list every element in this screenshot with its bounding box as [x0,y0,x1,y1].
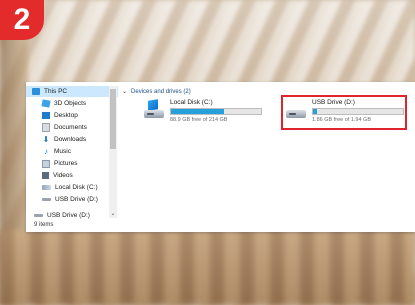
background-floor [0,230,415,305]
sidebar-item-label: Documents [54,124,87,131]
drive-free-space: 88.9 GB free of 214 GB [170,117,228,123]
sidebar-item-documents[interactable]: Documents [42,122,87,133]
windows-drive-icon [144,99,164,119]
highlight-box [281,95,407,130]
local-disk-icon [42,185,51,190]
sidebar-item-label: Local Disk (C:) [55,184,98,191]
sidebar-item-label: 3D Objects [54,100,87,107]
sidebar-item-downloads[interactable]: ⬇ Downloads [42,134,87,145]
usb-drive-icon [42,198,51,201]
file-explorer-window: This PC 3D Objects Desktop Documents ⬇ D… [26,82,415,232]
sidebar-item-local-disk-c[interactable]: Local Disk (C:) [42,182,98,193]
drive-name: Local Disk (C:) [170,99,213,106]
music-icon: ♪ [44,147,48,156]
chevron-down-icon[interactable]: ⌄ [109,210,117,218]
devices-section-header[interactable]: ⌄ Devices and drives (2) [122,88,191,96]
cube-icon [41,99,51,108]
scrollbar-thumb[interactable] [110,89,116,149]
desktop-icon [42,112,50,119]
download-icon: ⬇ [42,135,50,144]
sidebar-item-pictures[interactable]: Pictures [42,158,77,169]
section-title: Devices and drives (2) [131,88,191,95]
sidebar-item-videos[interactable]: Videos [42,170,73,181]
sidebar-item-this-pc[interactable]: This PC [26,86,118,97]
sidebar-item-label: Music [54,148,71,155]
usb-drive-icon [34,214,43,217]
sidebar-item-label: This PC [44,88,68,95]
sidebar-item-desktop[interactable]: Desktop [42,110,78,121]
drive-usage-bar [170,108,262,115]
sidebar-item-label: USB Drive (D:) [47,212,90,219]
navigation-pane: This PC 3D Objects Desktop Documents ⬇ D… [26,82,118,232]
pictures-icon [42,159,50,168]
chevron-down-icon: ⌄ [122,89,128,95]
sidebar-item-label: Videos [53,172,73,179]
sidebar-item-usb-drive-d[interactable]: USB Drive (D:) [42,194,98,205]
sidebar-item-label: Downloads [54,136,87,143]
drive-tile-local-disk-c[interactable]: Local Disk (C:) 88.9 GB free of 214 GB [144,99,262,127]
sidebar-item-music[interactable]: ♪ Music [42,146,71,157]
sidebar-item-usb-drive-d-root[interactable]: USB Drive (D:) [34,210,90,221]
sidebar-item-3d-objects[interactable]: 3D Objects [41,98,87,109]
pc-icon [32,88,40,95]
videos-icon [42,172,49,179]
sidebar-item-label: USB Drive (D:) [55,196,98,203]
status-item-count: 9 items [34,222,54,228]
sidebar-item-label: Pictures [54,160,78,167]
navigation-scrollbar[interactable]: ⌄ [109,86,117,218]
drive-usage-fill [171,109,224,114]
step-number-badge: 2 [0,0,44,40]
sidebar-item-label: Desktop [54,112,78,119]
documents-icon [42,123,50,132]
